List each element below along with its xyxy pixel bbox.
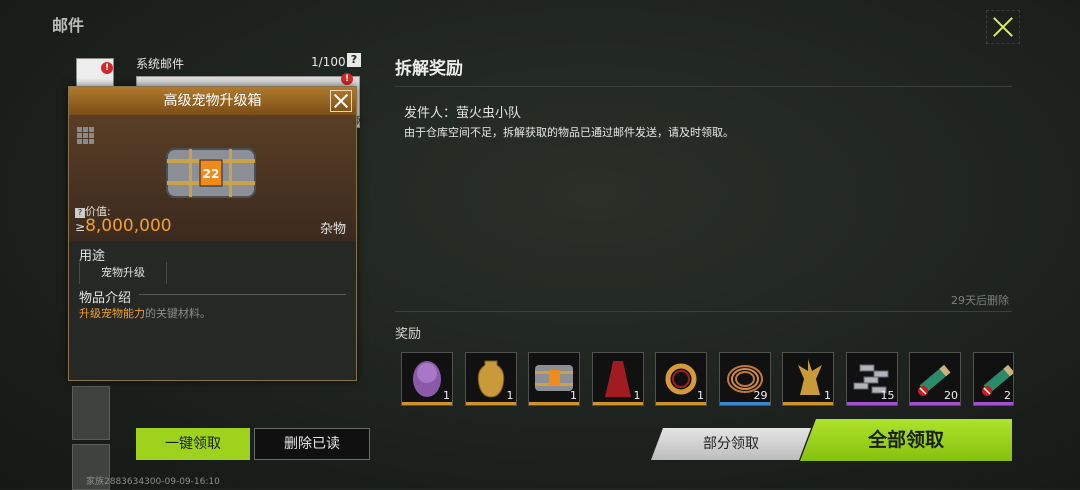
reward-count: 1	[443, 389, 450, 402]
partial-claim-button[interactable]: 部分领取	[651, 428, 811, 460]
reward-slot[interactable]: 1	[591, 352, 644, 406]
use-tag: 宠物升级	[79, 262, 167, 284]
reward-slot[interactable]: 1	[655, 352, 707, 406]
claim-all-button[interactable]: 全部领取	[800, 419, 1012, 461]
reward-count: 1	[570, 389, 577, 402]
close-icon[interactable]	[986, 10, 1020, 44]
mail-title: 拆解奖励	[395, 59, 463, 79]
rarity-bar	[973, 402, 1014, 405]
popup-title: 高级宠物升级箱	[163, 93, 262, 109]
rarity-bar	[402, 402, 452, 405]
reward-slot[interactable]: 2	[972, 352, 1014, 406]
rarity-bar	[846, 402, 897, 405]
reward-slot[interactable]: 1	[401, 352, 453, 406]
reward-slot[interactable]: 1	[528, 352, 580, 406]
reward-count: 15	[880, 389, 895, 402]
gold-ring-icon	[665, 363, 697, 395]
divider	[139, 294, 346, 295]
mail-body: 由于仓库空间不足，拆解获取的物品已通过邮件发送，请及时领取。	[404, 126, 734, 139]
footer-code: 家族2883634300-09-09-16:10	[86, 477, 220, 487]
claim-all-mail-button[interactable]: 一键领取	[136, 428, 250, 460]
popup-item-area: 22 ? 价值: ≥8,000,000 杂物	[69, 115, 356, 241]
item-description: 升级宠物能力的关键材料。	[79, 307, 211, 320]
rarity-bar	[592, 402, 643, 405]
rarity-bar	[465, 402, 516, 405]
purple-wig-icon	[413, 361, 441, 397]
reward-count: 29	[753, 389, 768, 402]
delete-read-button[interactable]: 删除已读	[254, 428, 370, 460]
reward-count: 20	[944, 389, 958, 402]
reward-slot[interactable]: 1	[782, 352, 834, 406]
reward-slot[interactable]: 29	[718, 352, 771, 406]
gold-vase-icon	[477, 360, 504, 398]
unread-badge: !	[101, 62, 113, 74]
item-value: ≥8,000,000	[75, 216, 172, 236]
item-category: 杂物	[319, 222, 346, 237]
rarity-bar	[656, 402, 706, 405]
popup-close-icon[interactable]	[330, 90, 352, 112]
help-icon[interactable]: ?	[347, 53, 361, 67]
mail-item-tail-text: 刚	[356, 116, 366, 127]
rarity-bar	[719, 402, 770, 405]
box-level-text: 22	[203, 167, 220, 181]
reward-label: 奖励	[395, 327, 422, 342]
reward-count: 1	[506, 389, 514, 402]
page-title: 邮件	[52, 16, 85, 35]
reward-count: 2	[1004, 389, 1011, 402]
reward-slot[interactable]: 1	[464, 352, 517, 406]
mail-item-icon[interactable]	[72, 386, 110, 440]
reward-slot[interactable]: 20	[909, 352, 961, 406]
rarity-bar	[783, 402, 833, 405]
divider	[395, 311, 1012, 312]
gold-eagle-icon	[798, 359, 822, 395]
item-detail-popup: 高级宠物升级箱 22 ? 价值: ≥8,000,000 杂物 用途 宠物升级 物品…	[68, 86, 357, 381]
reward-count: 1	[824, 389, 831, 402]
red-dress-icon	[604, 361, 631, 397]
desc-label: 物品介绍	[79, 291, 132, 306]
mail-sender-label: 系统邮件	[136, 57, 185, 71]
mail-count: 1/100	[311, 55, 346, 69]
pet-upgrade-box-icon: 22	[166, 148, 256, 198]
mail-sender: 发件人：萤火虫小队	[404, 106, 522, 121]
mail-unread-badge: !	[341, 73, 353, 85]
rarity-bar	[910, 402, 960, 405]
expire-text: 29天后删除	[951, 294, 1009, 307]
pet-upgrade-box-icon	[535, 365, 573, 391]
divider	[395, 86, 1012, 87]
rarity-bar	[529, 402, 579, 405]
reward-slot[interactable]: 15	[845, 352, 898, 406]
reward-count: 1	[633, 389, 641, 402]
reward-count: 1	[697, 389, 704, 402]
grid-icon	[77, 127, 95, 145]
